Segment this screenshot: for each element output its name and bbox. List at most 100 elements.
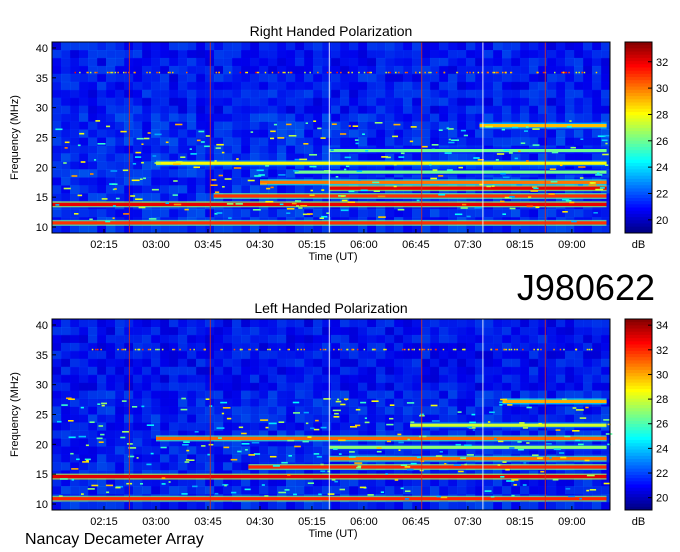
interference-dot [91, 348, 94, 351]
noise-cell [160, 462, 170, 471]
noise-cell [358, 390, 368, 399]
interference-dot [246, 71, 248, 74]
noise-cell [106, 137, 116, 146]
colorbar-segment [625, 481, 652, 486]
noise-cell [259, 366, 269, 376]
noise-cell [88, 382, 98, 392]
noise-cell [259, 145, 269, 154]
noise-cell [169, 113, 179, 122]
y-tick-label: 40 [36, 43, 48, 55]
noise-cell [466, 358, 476, 368]
noise-cell [403, 327, 413, 336]
noise-cell [97, 390, 107, 399]
noise-cell [394, 50, 404, 59]
emission-burst [503, 176, 510, 179]
noise-cell [178, 145, 188, 154]
noise-cell [97, 81, 107, 91]
emission-burst [526, 205, 533, 208]
noise-cell [556, 73, 566, 83]
noise-cell [340, 225, 350, 234]
emission-burst [264, 495, 269, 497]
emission-burst [231, 491, 237, 494]
noise-cell [52, 390, 62, 399]
noise-cell [520, 374, 530, 384]
colorbar-segment [625, 96, 652, 100]
noise-cell [466, 366, 476, 376]
noise-cell [295, 97, 305, 107]
emission-burst [139, 178, 143, 180]
interference-dot [542, 71, 545, 74]
y-tick-label: 40 [36, 320, 48, 332]
noise-cell [304, 185, 314, 194]
emission-burst [341, 195, 345, 197]
interference-dot [94, 71, 96, 74]
noise-cell [232, 57, 242, 67]
noise-cell [205, 169, 215, 178]
noise-cell [268, 105, 278, 115]
colorbar-tick-label: 32 [656, 57, 668, 69]
emission-burst [136, 137, 144, 140]
noise-cell [88, 161, 98, 170]
colorbar-segment [625, 156, 652, 161]
noise-cell [52, 145, 62, 154]
noise-cell [52, 161, 62, 170]
interference-dot [319, 348, 322, 351]
x-tick-label: 08:15 [506, 239, 534, 251]
noise-cell [268, 319, 278, 328]
noise-cell [187, 366, 197, 376]
emission-burst [509, 447, 515, 449]
emission-burst [188, 459, 195, 461]
noise-cell [241, 129, 251, 138]
noise-cell [106, 161, 116, 170]
colorbar-segment [625, 61, 652, 65]
noise-cell [277, 422, 287, 431]
noise-cell [142, 113, 152, 122]
noise-cell [160, 422, 170, 431]
emission-burst [398, 441, 404, 444]
noise-cell [61, 57, 71, 67]
interference-dot [218, 71, 220, 74]
noise-cell [277, 446, 287, 455]
noise-cell [223, 319, 233, 328]
noise-cell [556, 414, 566, 423]
colorbar-segment [625, 178, 652, 183]
noise-cell [439, 358, 449, 368]
interference-dot [114, 71, 117, 74]
noise-cell [268, 145, 278, 154]
noise-cell [196, 65, 206, 75]
noise-cell [286, 73, 296, 83]
noise-cell [259, 185, 269, 194]
noise-cell [502, 42, 512, 51]
noise-cell [421, 350, 431, 360]
noise-cell [583, 366, 593, 376]
noise-cell [61, 327, 71, 336]
noise-cell [592, 50, 602, 59]
noise-cell [133, 382, 143, 392]
noise-cell [538, 209, 548, 218]
noise-cell [394, 113, 404, 122]
noise-cell [61, 153, 71, 162]
emission-burst [70, 452, 74, 455]
noise-cell [214, 382, 224, 392]
noise-cell [232, 319, 242, 328]
noise-cell [124, 105, 134, 115]
noise-cell [601, 137, 611, 146]
interference-dot [123, 71, 125, 74]
noise-cell [106, 486, 116, 495]
interference-dot [322, 348, 325, 351]
y-axis-label: Frequency (MHz) [9, 95, 21, 180]
noise-cell [349, 113, 359, 122]
noise-cell [547, 73, 557, 83]
noise-cell [52, 50, 62, 59]
emission-burst [584, 459, 590, 462]
noise-cell [52, 65, 62, 75]
noise-cell [232, 446, 242, 455]
emission-burst [121, 400, 127, 402]
emission-burst [585, 406, 589, 409]
noise-cell [493, 382, 503, 392]
noise-cell [466, 374, 476, 384]
noise-cell [421, 486, 431, 495]
noise-cell [124, 81, 134, 91]
interference-dot [309, 71, 311, 74]
noise-cell [196, 350, 206, 360]
